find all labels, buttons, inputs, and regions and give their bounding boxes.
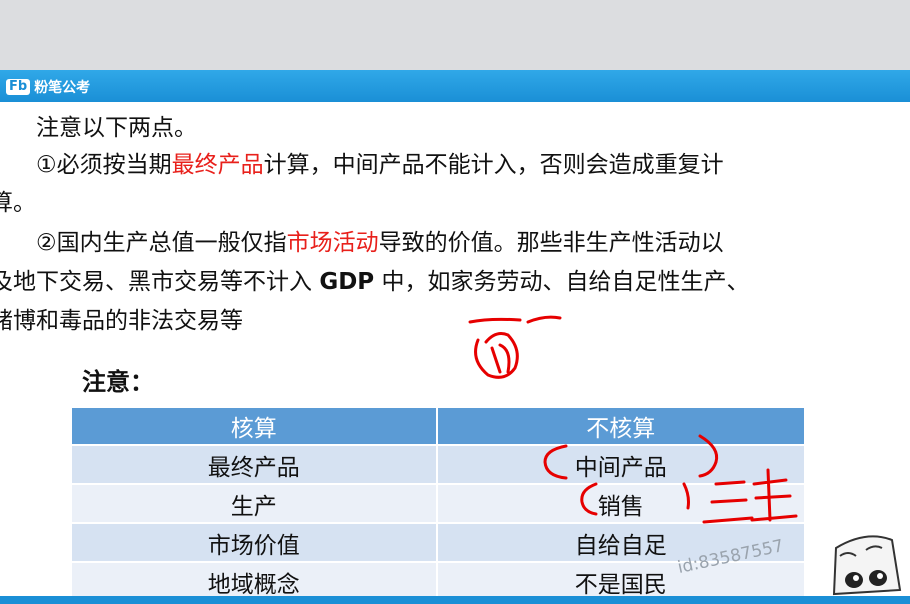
ink-scribble-top: [468, 317, 522, 324]
ink-bracket: [580, 482, 598, 516]
ink-char: [702, 480, 754, 524]
ink-scribble-top: [474, 332, 519, 379]
ink-char: [750, 468, 798, 522]
ink-stroke: [682, 482, 690, 510]
ink-scribble-top: [526, 315, 562, 324]
footer-bar: [0, 596, 910, 604]
ink-bracket: [698, 434, 719, 478]
mascot-icon: [832, 535, 902, 596]
ink-bracket: [543, 444, 568, 480]
ink-scribble-top: [490, 343, 511, 374]
handwritten-annotations: [468, 315, 798, 524]
